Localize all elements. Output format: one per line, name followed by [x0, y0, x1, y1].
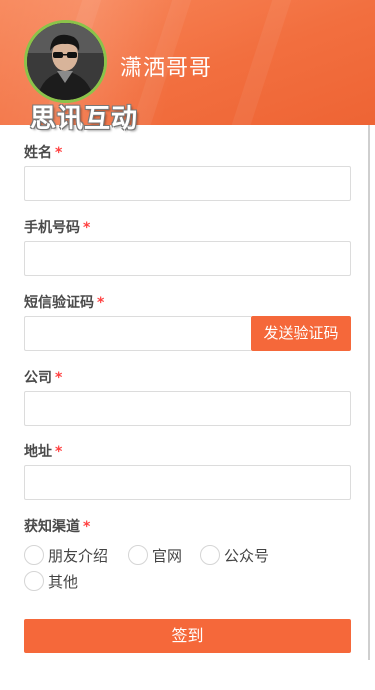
radio-button[interactable]: [24, 571, 44, 591]
name-input[interactable]: [24, 166, 351, 201]
user-avatar-icon: [27, 23, 104, 100]
send-code-button[interactable]: 发送验证码: [251, 316, 351, 351]
company-input[interactable]: [24, 391, 351, 426]
avatar[interactable]: [24, 20, 107, 103]
name-field-group: 姓名 *: [24, 143, 352, 201]
code-label-text: 短信验证码: [24, 295, 94, 311]
name-label: 姓名 *: [24, 143, 352, 163]
channel-label: 获知渠道 *: [24, 517, 352, 537]
address-label: 地址 *: [24, 442, 352, 462]
company-label-text: 公司: [24, 370, 52, 386]
channel-option-label: 官网: [152, 547, 183, 565]
username: 潇洒哥哥: [120, 56, 213, 81]
radio-button[interactable]: [24, 545, 44, 565]
channel-option-label: 其他: [48, 573, 79, 591]
channel-field-group: 获知渠道 *: [24, 517, 352, 537]
phone-label: 手机号码 *: [24, 218, 352, 238]
channel-option-website[interactable]: 官网: [128, 545, 192, 567]
required-mark: *: [83, 519, 91, 535]
address-input[interactable]: [24, 465, 351, 500]
required-mark: *: [55, 145, 63, 161]
required-mark: *: [83, 220, 91, 236]
code-label: 短信验证码 *: [24, 293, 352, 313]
channel-option-friend[interactable]: 朋友介绍: [24, 545, 119, 567]
radio-button[interactable]: [200, 545, 220, 565]
radio-button[interactable]: [128, 545, 148, 565]
phone-input[interactable]: [24, 241, 351, 276]
channel-option-label: 公众号: [224, 547, 270, 565]
address-label-text: 地址: [24, 444, 52, 460]
required-mark: *: [55, 370, 63, 386]
watermark-logo: 思讯互动: [30, 104, 139, 134]
company-field-group: 公司 *: [24, 368, 352, 426]
code-field-group: 短信验证码 * 发送验证码: [24, 293, 352, 351]
channel-option-wechat[interactable]: 公众号: [200, 545, 278, 567]
phone-field-group: 手机号码 *: [24, 218, 352, 276]
scrollbar-track: [368, 125, 370, 660]
code-input[interactable]: [24, 316, 252, 351]
channel-option-label: 朋友介绍: [48, 547, 109, 565]
required-mark: *: [97, 295, 105, 311]
required-mark: *: [55, 444, 63, 460]
name-label-text: 姓名: [24, 145, 52, 161]
submit-button[interactable]: 签到: [24, 619, 351, 653]
code-row: 发送验证码: [24, 316, 352, 351]
company-label: 公司 *: [24, 368, 352, 388]
channel-option-other[interactable]: 其他: [24, 571, 84, 593]
address-field-group: 地址 *: [24, 442, 352, 500]
channel-label-text: 获知渠道: [24, 519, 80, 535]
phone-label-text: 手机号码: [24, 220, 80, 236]
